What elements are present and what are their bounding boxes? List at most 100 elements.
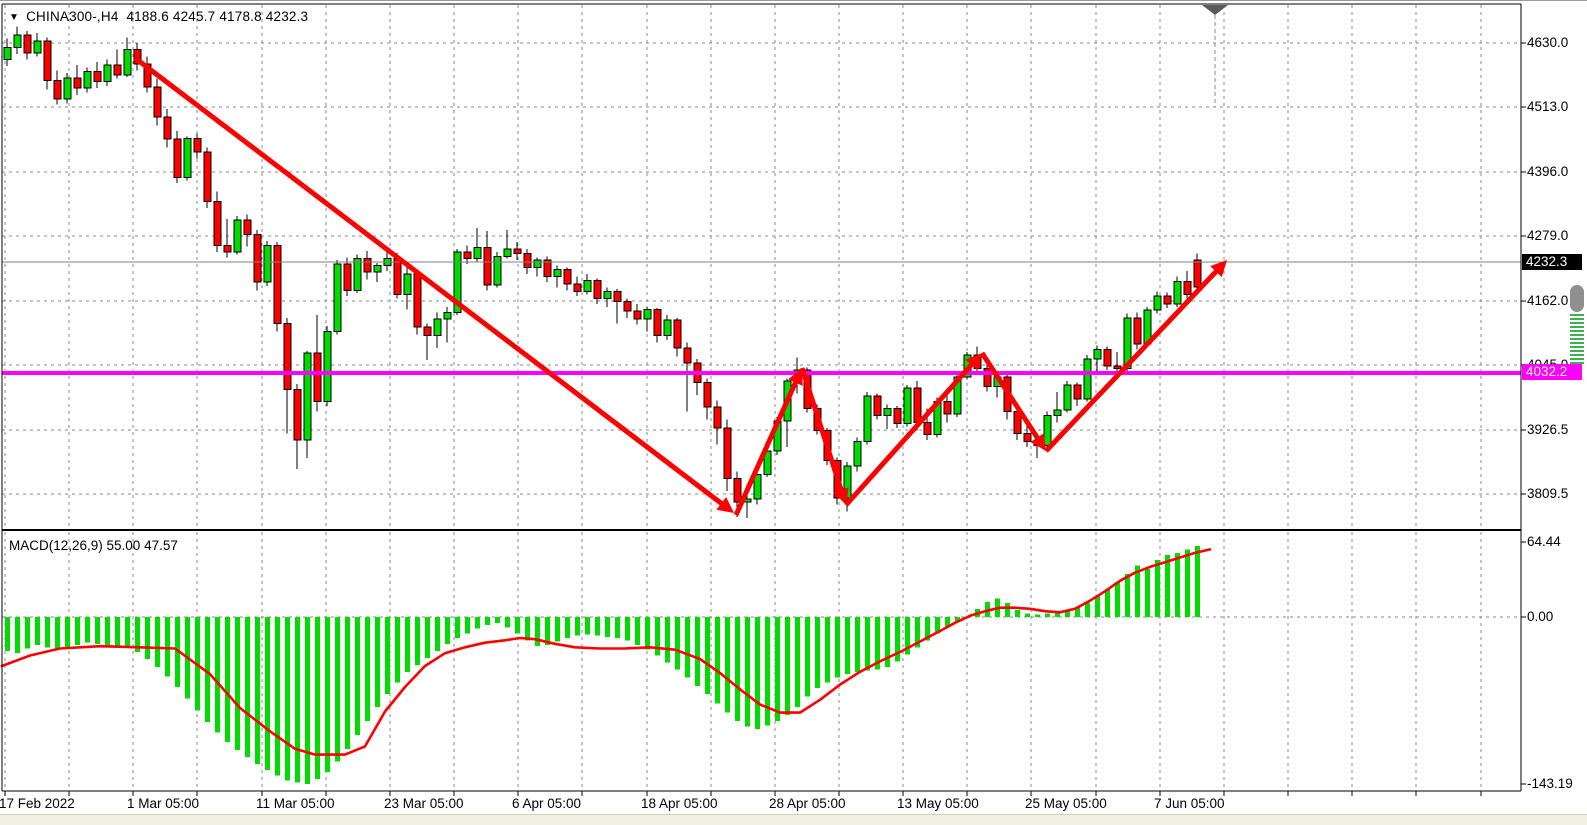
candle-bull [864, 396, 871, 442]
macd-histogram-bar [595, 617, 600, 636]
macd-histogram-bar [305, 617, 310, 784]
macd-histogram-bar [1185, 549, 1190, 617]
candle-bull [474, 247, 481, 258]
candle-bear [1104, 350, 1111, 366]
candle-bull [504, 249, 511, 256]
macd-histogram-bar [125, 617, 130, 646]
candle-bull [334, 264, 341, 332]
candle-bear [1114, 366, 1121, 368]
macd-histogram-bar [685, 617, 690, 678]
candle-bear [724, 428, 731, 479]
candle-bear [1024, 433, 1031, 441]
candle-bear [524, 254, 531, 268]
macd-histogram-bar [785, 617, 790, 715]
macd-histogram-bar [585, 617, 590, 634]
candle-bear [614, 291, 621, 301]
macd-histogram-bar [95, 617, 100, 644]
candle-bear [634, 311, 641, 319]
macd-histogram-bar [1175, 553, 1180, 617]
macd-histogram-bar [1165, 555, 1170, 617]
candle-bear [654, 310, 661, 336]
candle-bear [74, 78, 81, 88]
macd-histogram-bar [835, 617, 840, 678]
trend-arrow-shaft [802, 368, 843, 495]
macd-histogram-bar [35, 617, 40, 645]
candle-bull [854, 442, 861, 467]
macd-histogram-bar [1125, 574, 1130, 617]
candle-bull [604, 291, 611, 298]
candle-bull [434, 319, 441, 335]
macd-histogram-bar [565, 617, 570, 638]
macd-histogram-bar [395, 617, 400, 682]
candle-bear [204, 152, 211, 201]
chart-canvas[interactable] [0, 1, 1587, 825]
candle-bear [314, 353, 321, 401]
candle-bear [394, 258, 401, 294]
macd-histogram-bar [245, 617, 250, 757]
macd-histogram-bar [255, 617, 260, 764]
macd-histogram-bar [665, 617, 670, 662]
macd-histogram-bar [1095, 596, 1100, 617]
macd-histogram-bar [715, 617, 720, 703]
candle-bear [484, 247, 491, 284]
macd-histogram-bar [435, 617, 440, 651]
macd-histogram-bar [635, 617, 640, 645]
candle-bear [44, 41, 51, 81]
candle-bear [924, 422, 931, 434]
macd-histogram-bar [575, 617, 580, 636]
candle-bear [154, 87, 161, 117]
macd-histogram-bar [285, 617, 290, 780]
candle-bear [1194, 260, 1201, 287]
macd-histogram-bar [465, 617, 470, 633]
macd-histogram-bar [475, 617, 480, 629]
candle-bear [1134, 318, 1141, 344]
macd-histogram-bar [805, 617, 810, 696]
macd-histogram-bar [695, 617, 700, 686]
macd-histogram-bar [745, 617, 750, 727]
macd-histogram-bar [235, 617, 240, 750]
candle-bull [84, 72, 91, 88]
candle-bull [304, 353, 311, 440]
macd-histogram-bar [415, 617, 420, 665]
candle-bear [574, 284, 581, 292]
candle-bear [874, 396, 881, 416]
candle-bear [254, 234, 261, 282]
macd-histogram-bar [335, 617, 340, 762]
macd-histogram-bar [1005, 603, 1010, 617]
macd-histogram-bar [795, 617, 800, 707]
macd-histogram-bar [1105, 589, 1110, 617]
macd-histogram-bar [1195, 546, 1200, 617]
macd-histogram-bar [1025, 614, 1030, 617]
macd-histogram-bar [265, 617, 270, 770]
macd-histogram-bar [845, 617, 850, 674]
macd-histogram-bar [275, 617, 280, 776]
candle-bear [54, 80, 61, 99]
candle-bear [364, 258, 371, 272]
candle-bull [354, 258, 361, 290]
candle-bull [124, 50, 131, 75]
mt4-chart-window: ▼CHINA300-,H4 4188.6 4245.7 4178.8 4232.… [0, 0, 1587, 825]
macd-histogram-bar [675, 617, 680, 669]
candle-bull [184, 139, 191, 178]
macd-histogram-bar [735, 617, 740, 721]
macd-histogram-bar [525, 617, 530, 640]
macd-histogram-bar [855, 617, 860, 672]
macd-histogram-bar [605, 617, 610, 637]
macd-histogram-bar [505, 617, 510, 627]
candle-bull [1054, 410, 1061, 415]
candle-bear [214, 201, 221, 245]
macd-histogram-bar [725, 617, 730, 713]
scrollbar-thumb[interactable] [1570, 285, 1584, 312]
candle-bull [1084, 359, 1091, 399]
macd-histogram-bar [155, 617, 160, 667]
macd-histogram-bar [25, 617, 30, 648]
candle-bear [284, 323, 291, 389]
candle-bull [4, 47, 11, 59]
candle-bear [704, 383, 711, 407]
macd-histogram-bar [85, 617, 90, 643]
macd-histogram-bar [1115, 582, 1120, 617]
macd-histogram-bar [115, 617, 120, 647]
trend-arrow-shaft [1046, 267, 1220, 451]
candle-bear [944, 401, 951, 414]
candle-bull [34, 41, 41, 53]
